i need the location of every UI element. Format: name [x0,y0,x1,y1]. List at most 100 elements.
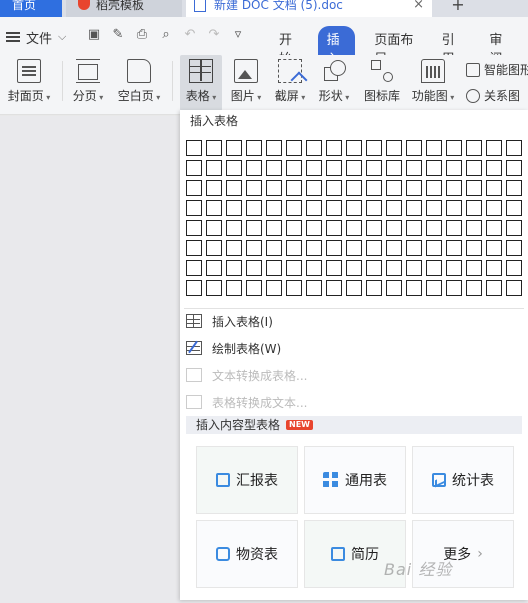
format-painter-icon[interactable]: ✎ [110,27,126,43]
grid-cell[interactable] [386,240,402,256]
grid-cell[interactable] [286,140,302,156]
grid-cell[interactable] [446,240,462,256]
grid-cell[interactable] [286,260,302,276]
function-chart-button[interactable]: 功能图 [410,55,456,111]
grid-cell[interactable] [366,280,382,296]
grid-cell[interactable] [466,200,482,216]
grid-cell[interactable] [346,220,362,236]
grid-cell[interactable] [446,260,462,276]
grid-cell[interactable] [406,160,422,176]
grid-cell[interactable] [366,260,382,276]
redo-icon[interactable]: ↷ [206,27,222,43]
grid-cell[interactable] [326,200,342,216]
grid-cell[interactable] [306,280,322,296]
grid-cell[interactable] [346,140,362,156]
grid-cell[interactable] [426,180,442,196]
grid-cell[interactable] [266,180,282,196]
grid-cell[interactable] [266,240,282,256]
tab-document[interactable]: 新建 DOC 文档 (5).doc × [186,0,432,17]
grid-cell[interactable] [366,240,382,256]
grid-cell[interactable] [446,280,462,296]
grid-cell[interactable] [246,140,262,156]
table-to-text-item[interactable]: 表格转换成文本... [186,391,516,413]
grid-cell[interactable] [386,280,402,296]
grid-cell[interactable] [386,260,402,276]
grid-cell[interactable] [186,280,202,296]
grid-cell[interactable] [486,180,502,196]
grid-cell[interactable] [466,160,482,176]
grid-cell[interactable] [506,180,522,196]
grid-cell[interactable] [406,260,422,276]
table-size-grid[interactable] [186,140,522,296]
smart-graphic-button[interactable]: 智能图形 [466,61,528,78]
grid-cell[interactable] [226,140,242,156]
grid-cell[interactable] [186,220,202,236]
screenshot-button[interactable]: 截屏 [270,55,310,111]
cover-page-button[interactable]: 封面页 [4,55,54,111]
grid-cell[interactable] [226,280,242,296]
grid-cell[interactable] [306,260,322,276]
grid-cell[interactable] [426,280,442,296]
grid-cell[interactable] [266,280,282,296]
grid-cell[interactable] [186,240,202,256]
grid-cell[interactable] [366,220,382,236]
grid-cell[interactable] [226,160,242,176]
grid-cell[interactable] [286,220,302,236]
grid-cell[interactable] [486,260,502,276]
grid-cell[interactable] [206,280,222,296]
grid-cell[interactable] [246,160,262,176]
grid-cell[interactable] [346,200,362,216]
grid-cell[interactable] [226,180,242,196]
grid-cell[interactable] [426,220,442,236]
draw-table-item[interactable]: 绘制表格(W) [186,337,516,359]
grid-cell[interactable] [306,240,322,256]
grid-cell[interactable] [506,260,522,276]
grid-cell[interactable] [326,160,342,176]
new-tab-button[interactable]: + [440,0,476,17]
grid-cell[interactable] [326,140,342,156]
grid-cell[interactable] [426,160,442,176]
grid-cell[interactable] [306,220,322,236]
grid-cell[interactable] [246,280,262,296]
grid-cell[interactable] [406,280,422,296]
grid-cell[interactable] [346,160,362,176]
grid-cell[interactable] [366,160,382,176]
card-general-table[interactable]: 通用表 [304,446,406,514]
grid-cell[interactable] [306,160,322,176]
grid-cell[interactable] [266,200,282,216]
grid-cell[interactable] [486,160,502,176]
card-report-table[interactable]: 汇报表 [196,446,298,514]
grid-cell[interactable] [286,280,302,296]
grid-cell[interactable] [286,200,302,216]
grid-cell[interactable] [486,200,502,216]
grid-cell[interactable] [206,160,222,176]
grid-cell[interactable] [246,180,262,196]
grid-cell[interactable] [186,260,202,276]
grid-cell[interactable] [406,180,422,196]
grid-cell[interactable] [506,160,522,176]
grid-cell[interactable] [446,140,462,156]
grid-cell[interactable] [246,240,262,256]
grid-cell[interactable] [486,240,502,256]
grid-cell[interactable] [426,240,442,256]
text-to-table-item[interactable]: 文本转换成表格... [186,364,516,386]
blank-page-button[interactable]: 空白页 [114,55,164,111]
grid-cell[interactable] [306,140,322,156]
grid-cell[interactable] [326,280,342,296]
grid-cell[interactable] [326,180,342,196]
grid-cell[interactable] [266,140,282,156]
grid-cell[interactable] [286,240,302,256]
file-menu-button[interactable]: 文件 ⌵ [6,27,66,47]
grid-cell[interactable] [326,260,342,276]
grid-cell[interactable] [226,220,242,236]
grid-cell[interactable] [206,240,222,256]
grid-cell[interactable] [406,200,422,216]
grid-cell[interactable] [386,160,402,176]
grid-cell[interactable] [206,180,222,196]
grid-cell[interactable] [286,160,302,176]
undo-icon[interactable]: ↶ [182,27,198,43]
close-icon[interactable]: × [413,0,424,11]
page-break-button[interactable]: 分页 [68,55,108,111]
grid-cell[interactable] [426,140,442,156]
grid-cell[interactable] [186,180,202,196]
